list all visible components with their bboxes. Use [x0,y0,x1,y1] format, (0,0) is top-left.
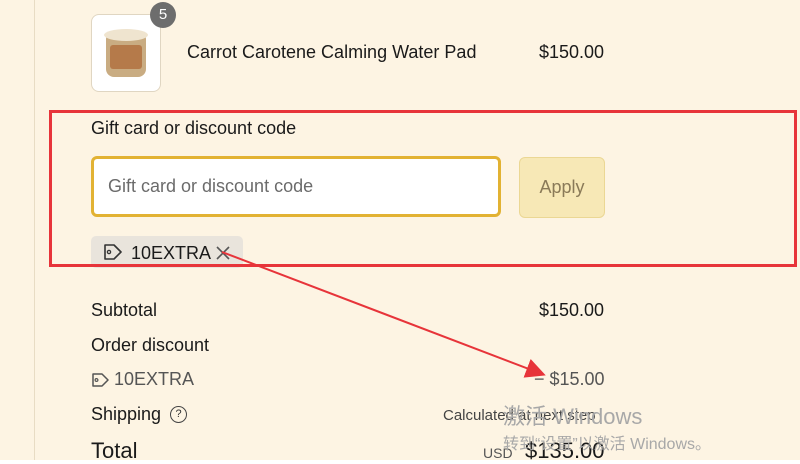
windows-watermark-title: 激活 Windows [503,404,643,429]
quantity-badge: 5 [150,2,176,28]
product-price: $150.00 [539,42,605,62]
order-discount-label: Order discount [91,335,210,355]
discount-code-text: 10EXTRA [114,369,195,389]
product-jar-image [104,29,148,79]
product-thumbnail [91,14,161,92]
panel-divider [34,0,35,460]
subtotal-label: Subtotal [91,300,158,320]
windows-watermark-subtitle: 转到“设置”以激活 Windows。 [503,436,712,453]
discount-amount: − $15.00 [534,369,605,389]
annotation-highlight-box [49,110,797,267]
subtotal-value: $150.00 [539,300,605,320]
shipping-label: Shipping [91,404,162,424]
product-name: Carrot Carotene Calming Water Pad [187,42,477,62]
total-label: Total [91,438,138,463]
help-icon[interactable]: ? [170,406,187,423]
discount-tag-icon [92,373,109,387]
